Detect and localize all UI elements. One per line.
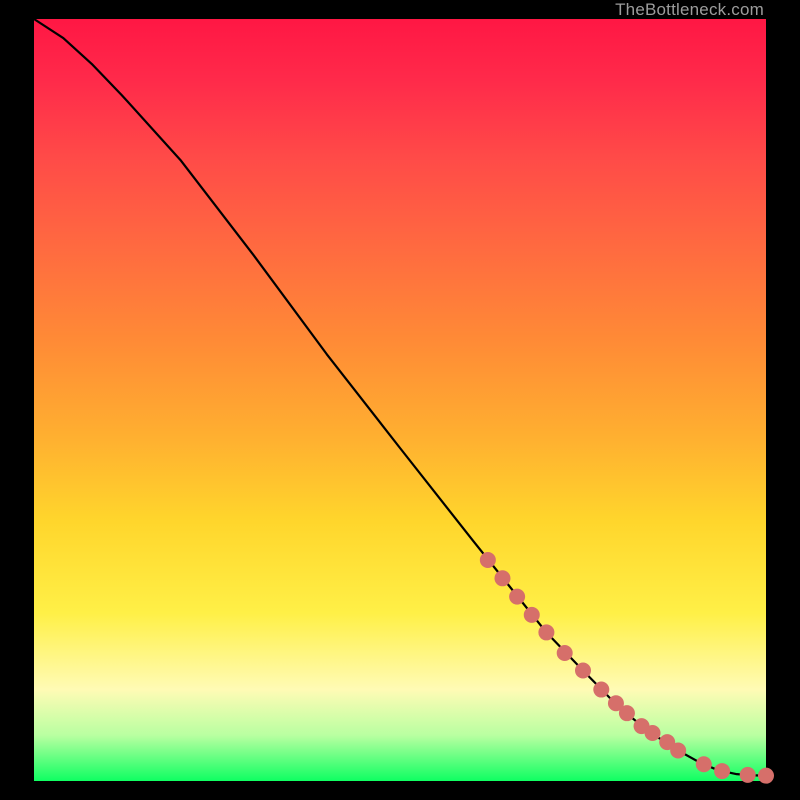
data-marker — [480, 552, 496, 568]
data-marker — [494, 570, 510, 586]
data-marker — [714, 763, 730, 779]
data-marker — [524, 607, 540, 623]
chart-overlay — [34, 19, 766, 781]
data-marker — [696, 756, 712, 772]
data-marker — [538, 624, 554, 640]
data-marker — [575, 663, 591, 679]
marker-group — [480, 552, 774, 784]
curve-line — [34, 19, 766, 776]
data-marker — [557, 645, 573, 661]
data-marker — [758, 768, 774, 784]
watermark-text: TheBottleneck.com — [615, 0, 764, 19]
data-marker — [619, 705, 635, 721]
data-marker — [593, 682, 609, 698]
data-marker — [645, 725, 661, 741]
data-marker — [509, 589, 525, 605]
data-marker — [670, 743, 686, 759]
chart-container: TheBottleneck.com — [0, 0, 800, 800]
data-marker — [740, 767, 756, 783]
